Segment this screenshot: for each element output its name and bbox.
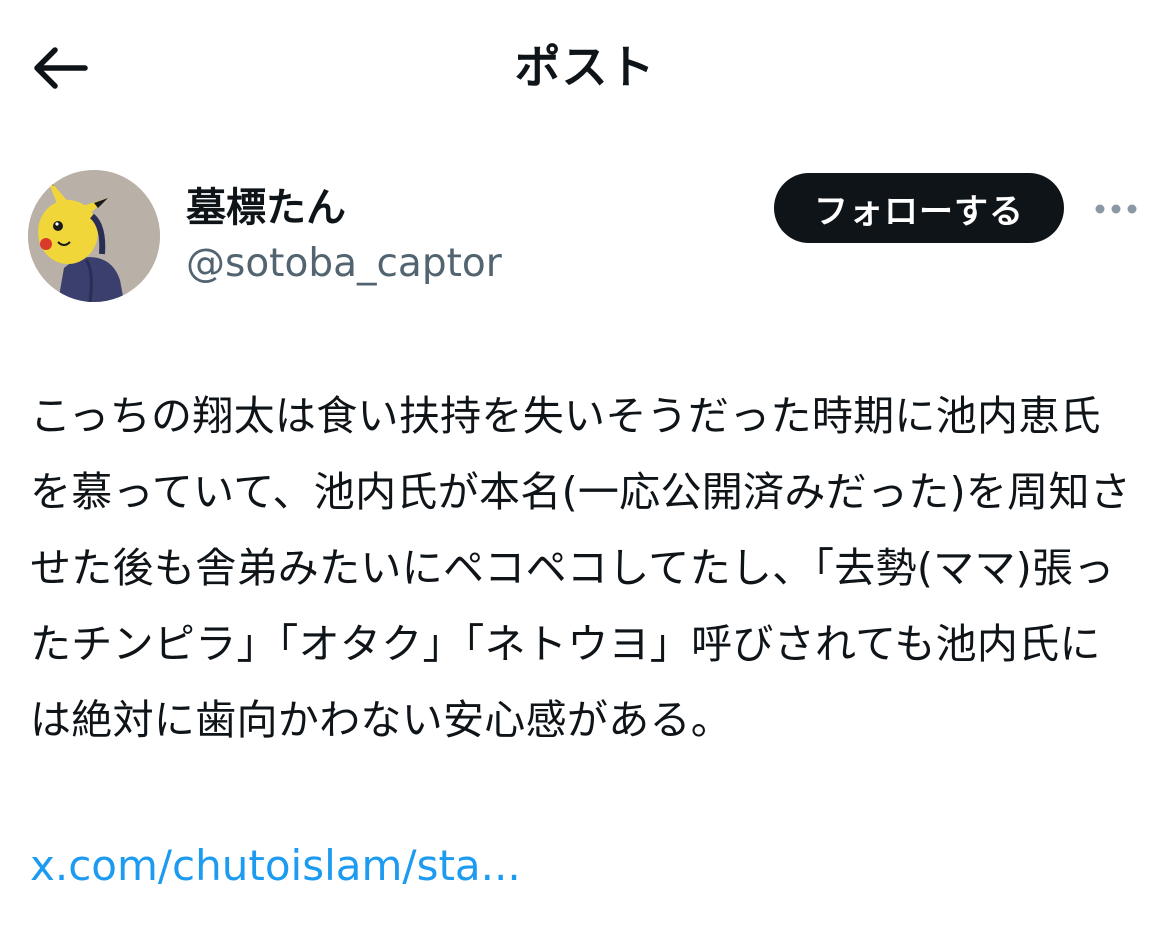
follow-button[interactable]: フォローする: [774, 173, 1064, 243]
user-handle[interactable]: @sotoba_captor: [186, 239, 502, 289]
more-horizontal-icon: [1095, 204, 1137, 214]
post-author: 墓標たん @sotoba_captor フォローする: [0, 165, 1170, 310]
top-bar: ポスト: [0, 0, 1170, 135]
more-options-button[interactable]: [1090, 191, 1142, 227]
page-title: ポスト: [514, 40, 656, 94]
avatar[interactable]: [28, 170, 160, 302]
display-name[interactable]: 墓標たん: [186, 183, 346, 233]
post-link[interactable]: x.com/chutoislam/sta...: [30, 836, 521, 896]
post-body-text: こっちの翔太は食い扶持を失いそうだった時期に池内恵氏を慕っていて、池内氏が本名(…: [30, 392, 1132, 744]
avatar-image: [28, 170, 160, 302]
